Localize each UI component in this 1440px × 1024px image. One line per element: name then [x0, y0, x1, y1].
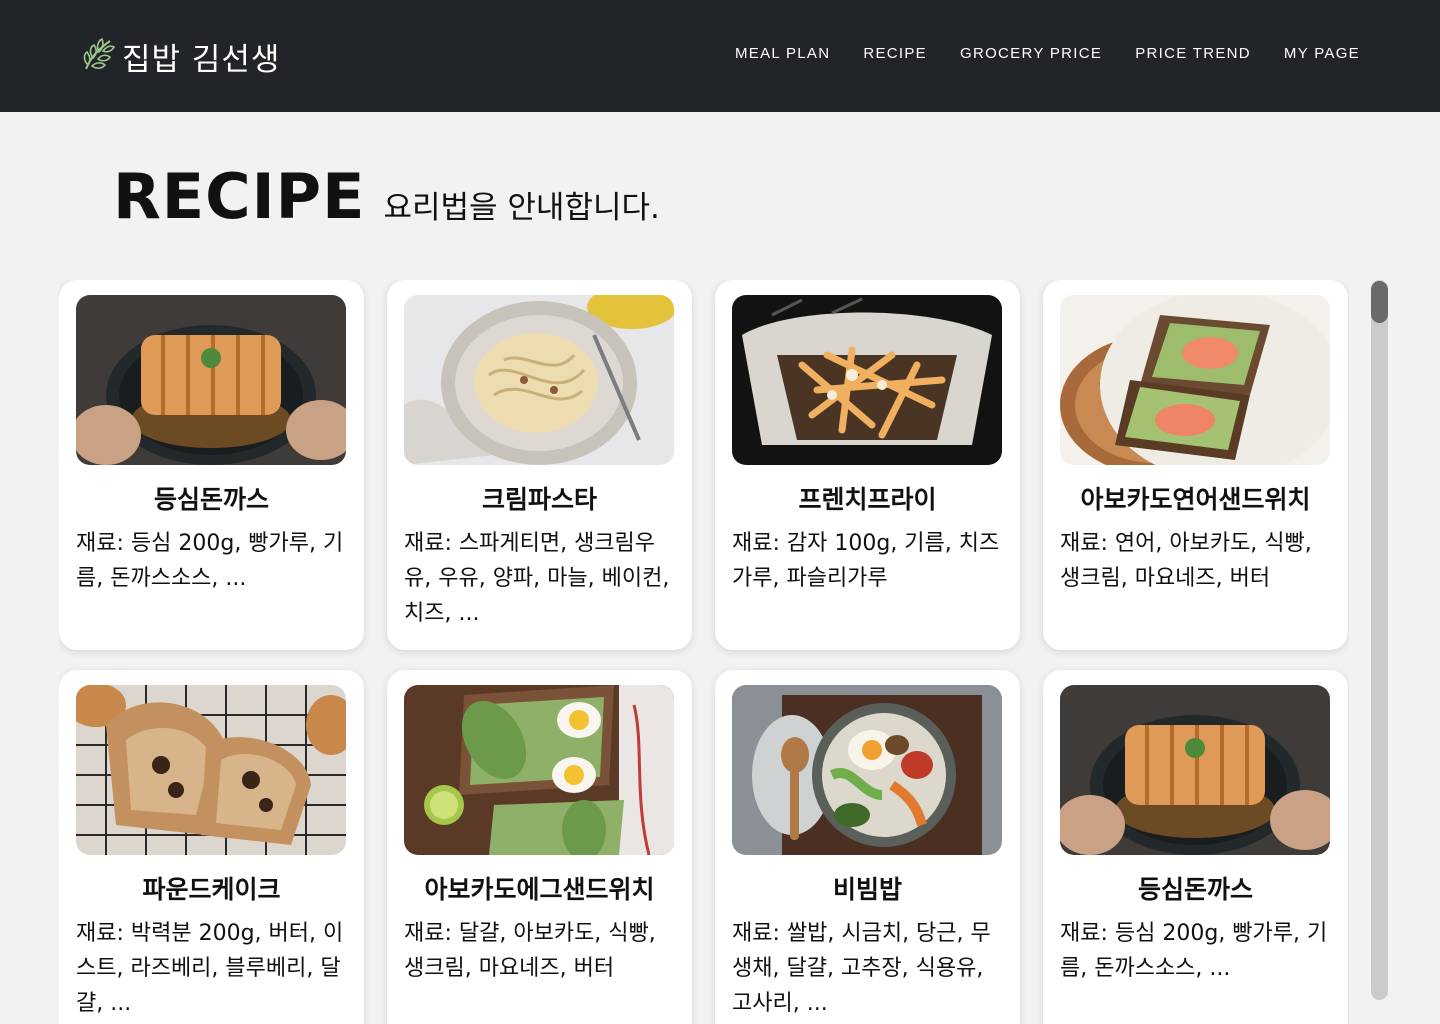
recipe-card-tonkatsu[interactable]: 등심돈까스 재료: 등심 200g, 빵가루, 기름, 돈까스소스, ...: [59, 280, 364, 650]
recipe-photo: [404, 295, 674, 465]
recipe-grid: 등심돈까스 재료: 등심 200g, 빵가루, 기름, 돈까스소스, ... 크…: [59, 280, 1349, 1024]
recipe-photo: [1060, 295, 1330, 465]
scrollbar-track[interactable]: [1371, 280, 1388, 1000]
logo-text: 집밥 김선생: [122, 42, 281, 78]
recipe-card-french-fries[interactable]: 프렌치프라이 재료: 감자 100g, 기름, 치즈가루, 파슬리가루: [715, 280, 1020, 650]
recipe-photo: [76, 685, 346, 855]
recipe-ingredients: 재료: 등심 200g, 빵가루, 기름, 돈까스소스, ...: [1060, 921, 1328, 981]
recipe-photo: [732, 295, 1002, 465]
recipe-name: 크림파스타: [481, 485, 597, 514]
recipe-name: 아보카도에그샌드위치: [424, 875, 655, 904]
recipe-name: 등심돈까스: [1137, 875, 1253, 904]
recipe-photo: [732, 685, 1002, 855]
leaf-icon: [80, 35, 118, 79]
recipe-name: 비빔밥: [832, 875, 902, 904]
recipe-card-tonkatsu-2[interactable]: 등심돈까스 재료: 등심 200g, 빵가루, 기름, 돈까스소스, ...: [1043, 670, 1348, 1024]
page-title: RECIPE: [113, 160, 366, 233]
recipe-name: 파운드케이크: [142, 875, 281, 904]
recipe-photo: [76, 295, 346, 465]
nav-grocery-price[interactable]: GROCERY PRICE: [960, 45, 1102, 62]
top-navigation-bar: 집밥 김선생 MEAL PLAN RECIPE GROCERY PRICE PR…: [0, 0, 1440, 112]
page-heading: RECIPE 요리법을 안내합니다.: [113, 160, 660, 233]
recipe-ingredients: 재료: 박력분 200g, 버터, 이스트, 라즈베리, 블루베리, 달걀, .…: [76, 921, 344, 1016]
recipe-ingredients: 재료: 쌀밥, 시금치, 당근, 무생채, 달걀, 고추장, 식용유, 고사리,…: [732, 921, 991, 1016]
recipe-ingredients: 재료: 연어, 아보카도, 식빵, 생크림, 마요네즈, 버터: [1060, 531, 1312, 591]
nav-recipe[interactable]: RECIPE: [863, 45, 927, 62]
recipe-card-avocado-salmon-sandwich[interactable]: 아보카도연어샌드위치 재료: 연어, 아보카도, 식빵, 생크림, 마요네즈, …: [1043, 280, 1348, 650]
nav-my-page[interactable]: MY PAGE: [1284, 45, 1360, 62]
recipe-name: 프렌치프라이: [798, 485, 937, 514]
site-logo[interactable]: 집밥 김선생: [80, 34, 280, 79]
recipe-card-pound-cake[interactable]: 파운드케이크 재료: 박력분 200g, 버터, 이스트, 라즈베리, 블루베리…: [59, 670, 364, 1024]
recipe-ingredients: 재료: 스파게티면, 생크림우유, 우유, 양파, 마늘, 베이컨, 치즈, .…: [404, 531, 670, 626]
scrollbar-thumb[interactable]: [1371, 281, 1388, 323]
recipe-card-avocado-egg-sandwich[interactable]: 아보카도에그샌드위치 재료: 달걀, 아보카도, 식빵, 생크림, 마요네즈, …: [387, 670, 692, 1024]
recipe-name: 등심돈까스: [153, 485, 269, 514]
recipe-name: 아보카도연어샌드위치: [1080, 485, 1311, 514]
recipe-ingredients: 재료: 감자 100g, 기름, 치즈가루, 파슬리가루: [732, 531, 1000, 591]
main-nav: MEAL PLAN RECIPE GROCERY PRICE PRICE TRE…: [735, 45, 1360, 62]
recipe-card-cream-pasta[interactable]: 크림파스타 재료: 스파게티면, 생크림우유, 우유, 양파, 마늘, 베이컨,…: [387, 280, 692, 650]
recipe-card-bibimbap[interactable]: 비빔밥 재료: 쌀밥, 시금치, 당근, 무생채, 달걀, 고추장, 식용유, …: [715, 670, 1020, 1024]
recipe-ingredients: 재료: 등심 200g, 빵가루, 기름, 돈까스소스, ...: [76, 531, 344, 591]
nav-price-trend[interactable]: PRICE TREND: [1135, 45, 1251, 62]
nav-meal-plan[interactable]: MEAL PLAN: [735, 45, 830, 62]
recipe-photo: [1060, 685, 1330, 855]
recipe-photo: [404, 685, 674, 855]
page-subtitle: 요리법을 안내합니다.: [383, 190, 660, 226]
recipe-ingredients: 재료: 달걀, 아보카도, 식빵, 생크림, 마요네즈, 버터: [404, 921, 656, 981]
